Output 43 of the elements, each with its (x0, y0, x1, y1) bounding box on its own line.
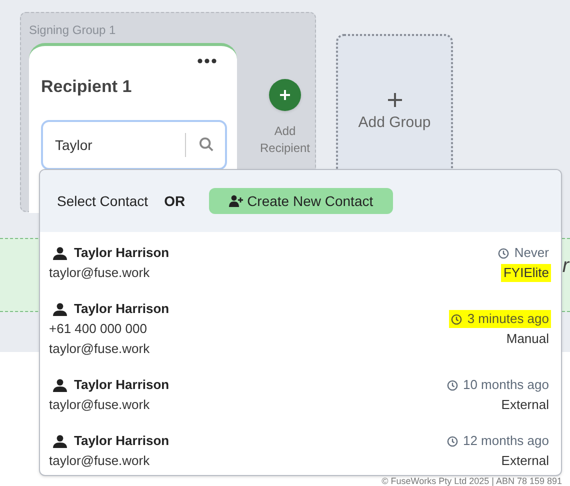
contact-source: Manual (505, 330, 550, 348)
contact-email: taylor@fuse.work (49, 396, 150, 414)
create-contact-button[interactable]: Create New Contact (209, 188, 394, 214)
contact-name: Taylor Harrison (74, 376, 170, 394)
contact-item[interactable]: Taylor Harrison +61 400 000 000 taylor@fuse.work 3 minutes ago Manual (49, 296, 552, 362)
last-used-time: 10 months ago (444, 376, 551, 394)
contact-email: taylor@fuse.work (49, 340, 150, 358)
recipient-title: Recipient 1 (41, 76, 133, 98)
contact-name: Taylor Harrison (74, 300, 170, 318)
contact-phone: +61 400 000 000 (49, 320, 147, 338)
contact-email: taylor@fuse.work (49, 452, 150, 470)
contact-source: FYIElite (501, 264, 551, 282)
clock-icon (451, 314, 462, 324)
clock-icon (446, 380, 458, 390)
person-icon (53, 246, 67, 260)
plus-icon (386, 92, 402, 108)
band-text: r (562, 254, 569, 279)
add-user-icon (229, 195, 244, 207)
footer-text: © FuseWorks Pty Ltd 2025 | ABN 78 159 891 (382, 476, 562, 486)
search-icon[interactable] (199, 136, 214, 152)
contact-item[interactable]: Taylor Harrison taylor@fuse.work 10 months ago External (49, 372, 552, 418)
contact-name: Taylor Harrison (74, 432, 170, 450)
contact-source: External (500, 396, 550, 414)
person-icon (53, 434, 67, 448)
select-contact-label: Select Contact (57, 192, 148, 210)
last-used-time: Never (496, 244, 551, 262)
group-title: Signing Group 1 (29, 22, 117, 39)
more-icon[interactable] (197, 58, 217, 64)
contact-source: External (500, 452, 550, 470)
last-used-time: 3 minutes ago (449, 310, 551, 328)
contact-email: taylor@fuse.work (49, 264, 150, 282)
clock-icon (446, 436, 458, 446)
or-label: OR (164, 192, 186, 210)
search-field[interactable]: Taylor (41, 120, 227, 170)
contact-name: Taylor Harrison (74, 244, 170, 262)
person-icon (53, 378, 67, 392)
add-recipient-button[interactable] (269, 79, 301, 111)
last-used-time: 12 months ago (444, 432, 551, 450)
contact-item[interactable]: Taylor Harrison taylor@fuse.work 12 months ago External (49, 428, 552, 474)
contact-item[interactable]: Taylor Harrison taylor@fuse.work Never FYIElite (49, 240, 552, 286)
clock-icon (498, 248, 510, 258)
person-icon (53, 302, 67, 316)
plus-icon (279, 89, 291, 101)
